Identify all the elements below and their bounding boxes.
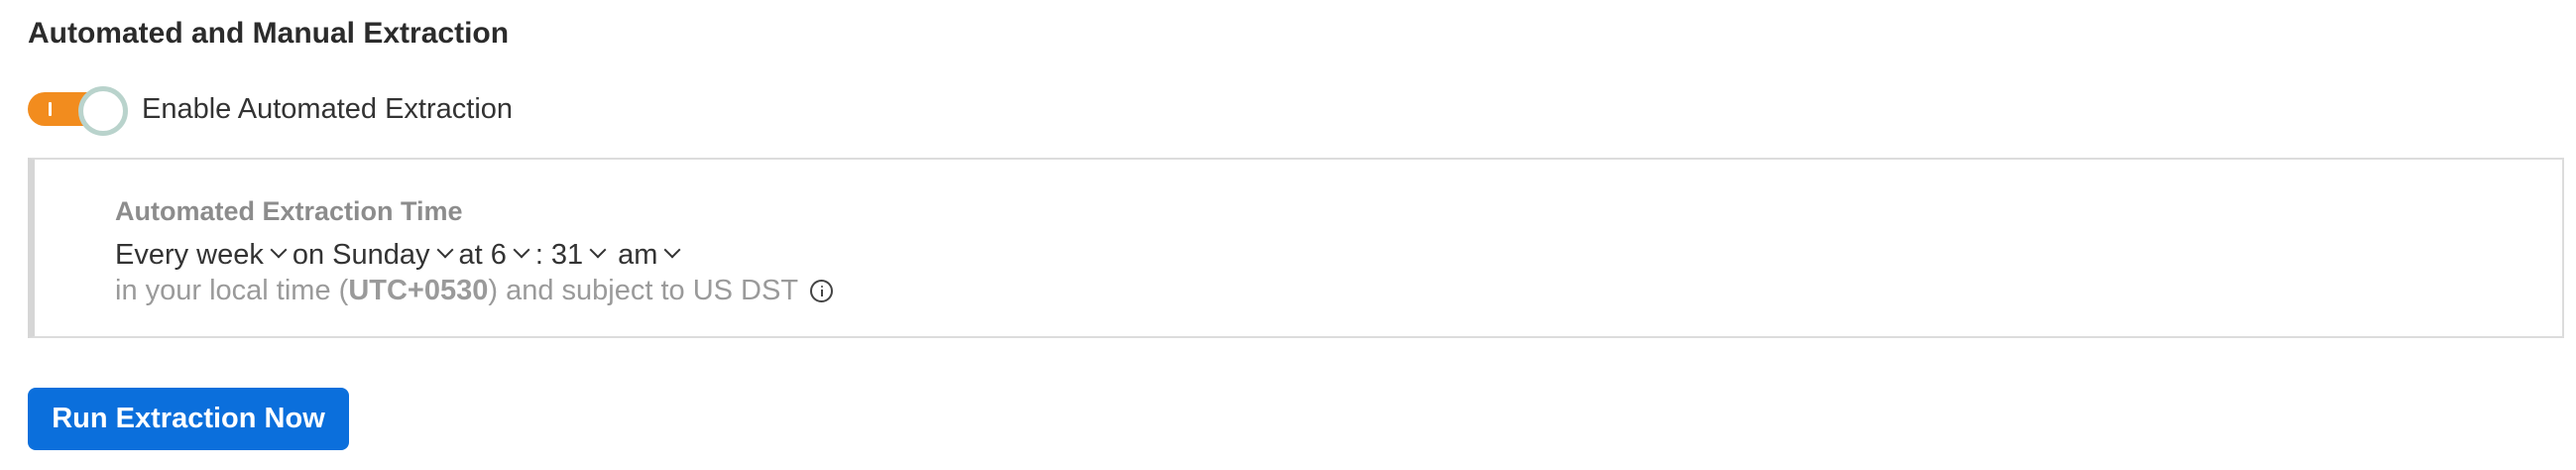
hour-value: 6 bbox=[490, 239, 507, 271]
minute-select[interactable]: 31 bbox=[551, 235, 612, 275]
minute-value: 31 bbox=[550, 239, 584, 271]
hour-select[interactable]: 6 bbox=[491, 235, 535, 275]
day-select[interactable]: Sunday bbox=[332, 235, 458, 275]
chevron-down-icon bbox=[663, 241, 681, 259]
toggle-label: Enable Automated Extraction bbox=[142, 93, 514, 125]
automated-extraction-toggle[interactable] bbox=[28, 86, 128, 136]
meridiem-select[interactable]: am bbox=[618, 235, 686, 275]
section-title: Automated and Manual Extraction bbox=[28, 17, 510, 50]
chevron-down-icon bbox=[436, 241, 454, 259]
chevron-down-icon bbox=[513, 241, 530, 259]
day-value: Sunday bbox=[332, 239, 430, 271]
at-text: at bbox=[458, 239, 483, 271]
run-extraction-now-button[interactable]: Run Extraction Now bbox=[28, 388, 349, 450]
timezone-value: UTC+0530 bbox=[348, 275, 489, 306]
info-circle-icon[interactable] bbox=[810, 279, 834, 302]
on-text: on bbox=[292, 239, 325, 271]
extraction-time-title: Automated Extraction Time bbox=[115, 196, 463, 226]
frequency-select[interactable]: Every week bbox=[115, 235, 293, 275]
timezone-suffix: ) and subject to US DST bbox=[488, 275, 799, 306]
timezone-note: in your local time (UTC+0530) and subjec… bbox=[115, 271, 834, 310]
automated-extraction-toggle-row: Enable Automated Extraction bbox=[28, 84, 514, 136]
chevron-down-icon bbox=[270, 241, 288, 259]
toggle-knob[interactable] bbox=[78, 86, 128, 136]
extraction-time-panel: Automated Extraction Time Every week on … bbox=[28, 158, 2564, 338]
toggle-on-indicator-icon bbox=[49, 102, 52, 116]
time-separator: : bbox=[534, 239, 543, 271]
chevron-down-icon bbox=[589, 241, 607, 259]
meridiem-value: am bbox=[618, 239, 658, 271]
timezone-prefix: in your local time ( bbox=[115, 275, 349, 306]
schedule-row: Every week on Sunday at 6 : 31 am bbox=[115, 235, 686, 275]
frequency-value: Every week bbox=[115, 239, 264, 271]
